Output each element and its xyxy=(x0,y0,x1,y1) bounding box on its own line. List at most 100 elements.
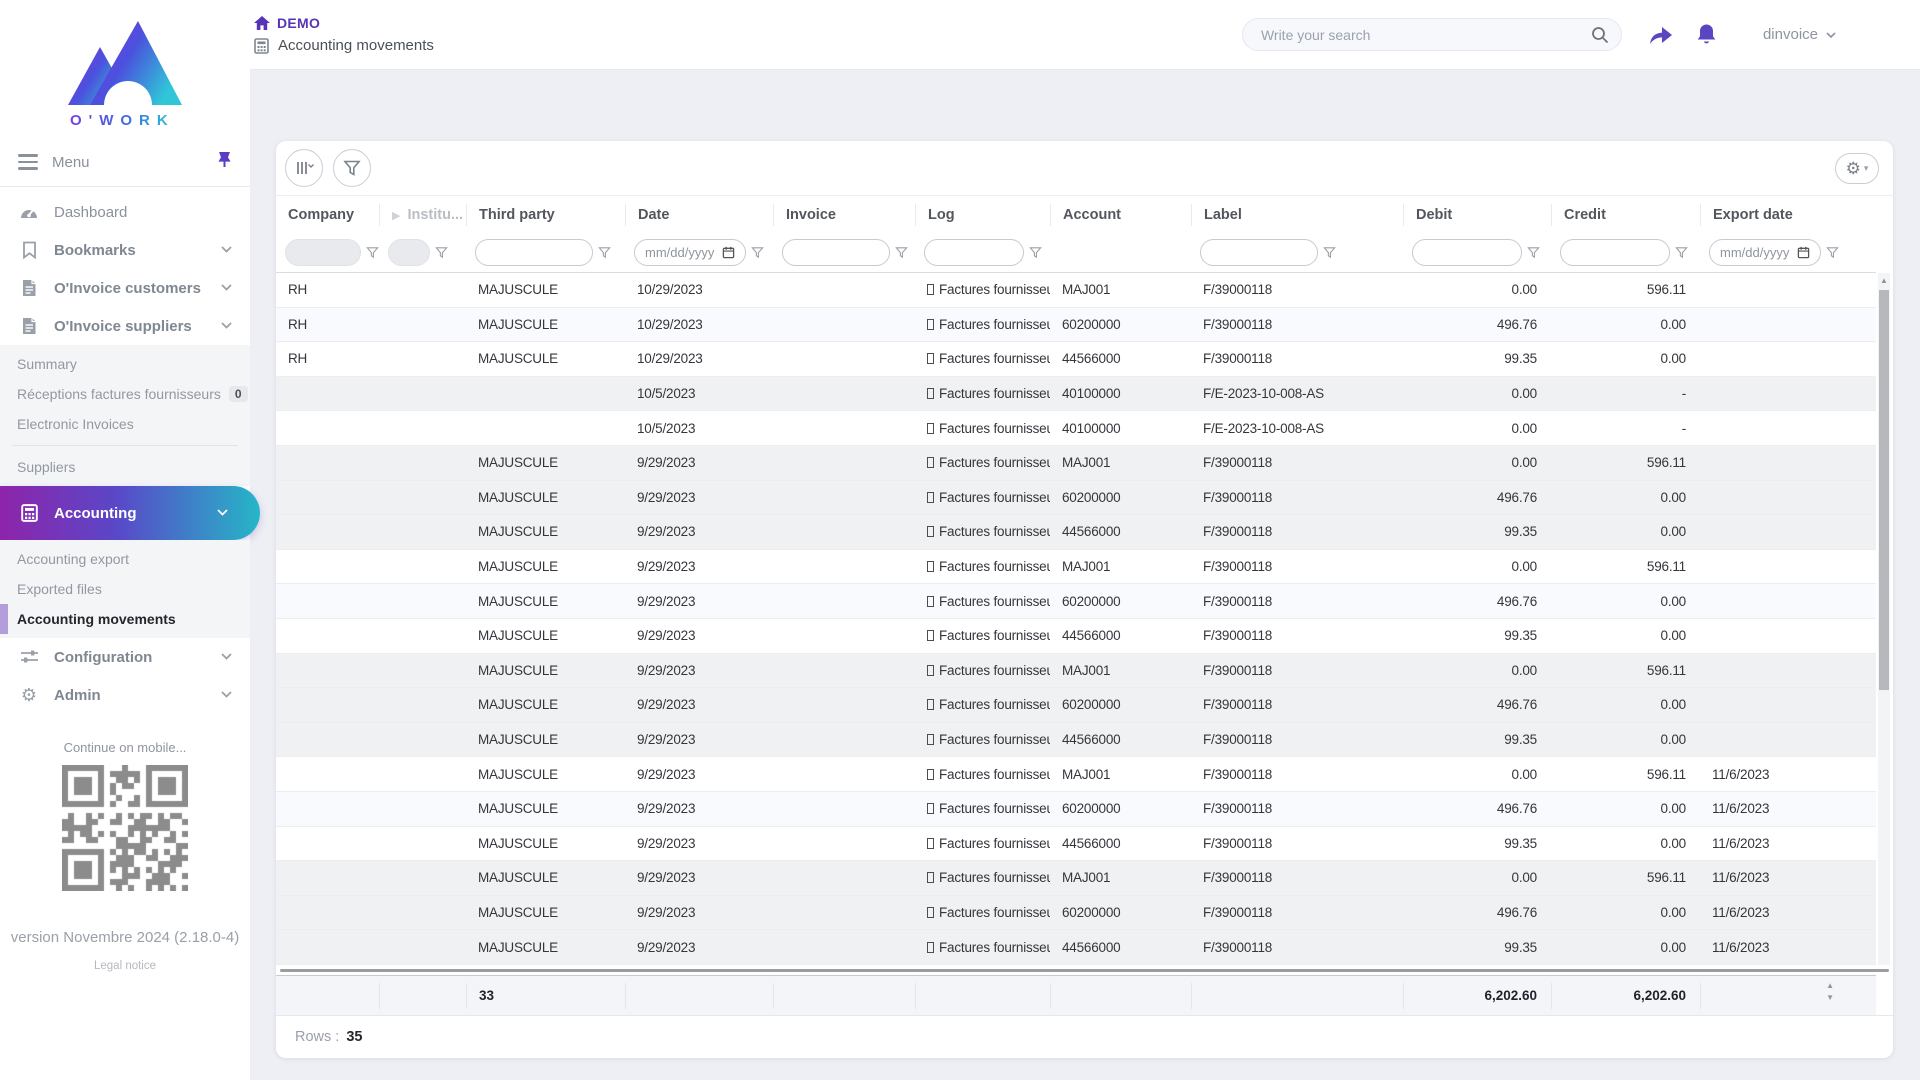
notifications-button[interactable] xyxy=(1696,23,1717,46)
horizontal-scrollbar[interactable] xyxy=(276,965,1893,975)
filter-funnel-icon[interactable] xyxy=(598,246,611,259)
sidebar-subitem-summary[interactable]: Summary xyxy=(0,349,250,379)
table-row[interactable]: RHMAJUSCULE10/29/2023Factures fournisseu… xyxy=(276,308,1876,343)
sidebar-item-configuration[interactable]: Configuration xyxy=(0,638,250,676)
share-button[interactable] xyxy=(1648,24,1674,46)
hamburger-icon[interactable] xyxy=(18,154,38,170)
legal-notice-link[interactable]: Legal notice xyxy=(0,960,250,972)
sidebar-subitem-suppliers[interactable]: Suppliers xyxy=(0,452,250,482)
column-header-company[interactable]: Company xyxy=(276,204,379,226)
table-row[interactable]: MAJUSCULE9/29/2023Factures fournisseurs4… xyxy=(276,723,1876,758)
chevron-down-icon: ▾ xyxy=(1864,163,1869,174)
sidebar-item-accounting[interactable]: Accounting xyxy=(0,486,260,540)
table-row[interactable]: RHMAJUSCULE10/29/2023Factures fournisseu… xyxy=(276,273,1876,308)
column-header-date[interactable]: Date xyxy=(625,204,773,226)
filter-funnel-icon[interactable] xyxy=(1029,246,1042,259)
user-menu[interactable]: dinvoice xyxy=(1763,26,1836,43)
filter-input[interactable]: mm/dd/yyyy xyxy=(1709,239,1821,266)
sidebar-subitem-electronic-invoices[interactable]: Electronic Invoices xyxy=(0,409,250,439)
column-header-debit[interactable]: Debit xyxy=(1403,204,1551,226)
table-row[interactable]: MAJUSCULE9/29/2023Factures fournisseursM… xyxy=(276,861,1876,896)
filter-input[interactable] xyxy=(924,239,1024,266)
sidebar-subitem-exported-files[interactable]: Exported files xyxy=(0,574,250,604)
table-row[interactable]: MAJUSCULE9/29/2023Factures fournisseurs6… xyxy=(276,688,1876,723)
sidebar-item-bookmarks[interactable]: Bookmarks xyxy=(0,231,250,269)
table-row[interactable]: MAJUSCULE9/29/2023Factures fournisseurs6… xyxy=(276,896,1876,931)
filter-text-input[interactable] xyxy=(1211,245,1307,260)
column-chooser-button[interactable] xyxy=(285,149,323,187)
column-header-export-date[interactable]: Export date xyxy=(1700,204,1876,226)
calendar-icon[interactable] xyxy=(722,246,735,259)
filter-text-input[interactable] xyxy=(1571,245,1659,260)
filter-funnel-icon[interactable] xyxy=(435,246,448,259)
table-row[interactable]: MAJUSCULE9/29/2023Factures fournisseurs4… xyxy=(276,827,1876,862)
column-header-log[interactable]: Log xyxy=(915,204,1050,226)
summary-scroll-arrows[interactable]: ▲▼ xyxy=(1826,982,1834,1002)
scroll-up-arrow[interactable]: ▲ xyxy=(1880,277,1888,285)
table-row[interactable]: 10/5/2023Factures fournisseurs40100000F/… xyxy=(276,377,1876,412)
sidebar-item-o-invoice-suppliers[interactable]: O'Invoice suppliers xyxy=(0,307,250,345)
table-row[interactable]: 10/5/2023Factures fournisseurs40100000F/… xyxy=(276,411,1876,446)
filter-text-input[interactable] xyxy=(793,245,879,260)
filter-funnel-icon[interactable] xyxy=(1323,246,1336,259)
cell-debit: 99.35 xyxy=(1403,524,1551,539)
table-row[interactable]: MAJUSCULE9/29/2023Factures fournisseursM… xyxy=(276,654,1876,689)
table-row[interactable]: MAJUSCULE9/29/2023Factures fournisseurs6… xyxy=(276,481,1876,516)
group-expand-icon[interactable]: ▶ xyxy=(392,205,400,226)
sidebar-item-dashboard[interactable]: Dashboard xyxy=(0,193,250,231)
column-header-institu-[interactable]: ▶Institu... xyxy=(379,204,466,226)
app-logo[interactable]: O'WORK xyxy=(0,0,250,140)
rows-count: 35 xyxy=(346,1029,362,1045)
filter-funnel-icon[interactable] xyxy=(1826,246,1839,259)
table-row[interactable]: MAJUSCULE9/29/2023Factures fournisseursM… xyxy=(276,757,1876,792)
sidebar-subitem-r-ceptions-factures-fournisseurs[interactable]: Réceptions factures fournisseurs0 xyxy=(0,379,250,409)
column-header-label[interactable]: Label xyxy=(1191,204,1403,226)
filter-funnel-icon[interactable] xyxy=(1675,246,1688,259)
table-row[interactable]: MAJUSCULE9/29/2023Factures fournisseursM… xyxy=(276,446,1876,481)
pin-icon[interactable] xyxy=(217,152,232,173)
cell-account: 40100000 xyxy=(1050,386,1191,401)
column-header-invoice[interactable]: Invoice xyxy=(773,204,915,226)
filter-input[interactable] xyxy=(782,239,890,266)
sidebar-item-admin[interactable]: ⚙Admin xyxy=(0,676,250,714)
filter-funnel-icon[interactable] xyxy=(366,246,379,259)
sidebar-item-o-invoice-customers[interactable]: O'Invoice customers xyxy=(0,269,250,307)
table-row[interactable]: MAJUSCULE9/29/2023Factures fournisseurs4… xyxy=(276,930,1876,965)
filter-funnel-icon[interactable] xyxy=(751,246,764,259)
search-input[interactable] xyxy=(1261,27,1591,43)
filter-text-input[interactable] xyxy=(486,245,582,260)
table-row[interactable]: MAJUSCULE9/29/2023Factures fournisseurs6… xyxy=(276,584,1876,619)
filter-input[interactable] xyxy=(475,239,593,266)
filter-text-input[interactable] xyxy=(1423,245,1511,260)
cell-date: 9/29/2023 xyxy=(625,801,773,816)
search-icon[interactable] xyxy=(1591,26,1609,44)
column-header-account[interactable]: Account xyxy=(1050,204,1191,226)
calendar-icon[interactable] xyxy=(1797,246,1810,259)
scrollbar-thumb[interactable] xyxy=(1879,290,1889,690)
cell-log: Factures fournisseurs xyxy=(915,559,1050,574)
sidebar-subitem-accounting-movements[interactable]: Accounting movements xyxy=(0,604,250,634)
table-row[interactable]: MAJUSCULE9/29/2023Factures fournisseurs6… xyxy=(276,792,1876,827)
cell-log: Factures fournisseurs xyxy=(915,351,1050,366)
filter-funnel-icon[interactable] xyxy=(1527,246,1540,259)
sidebar-subitem-accounting-export[interactable]: Accounting export xyxy=(0,544,250,574)
filter-funnel-icon[interactable] xyxy=(895,246,908,259)
filter-text-input[interactable] xyxy=(935,245,1013,260)
column-header-third-party[interactable]: Third party xyxy=(466,204,625,226)
column-header-credit[interactable]: Credit xyxy=(1551,204,1700,226)
grid-settings-button[interactable]: ⚙ ▾ xyxy=(1835,153,1879,184)
filter-input[interactable] xyxy=(1200,239,1318,266)
vertical-scrollbar[interactable]: ▲ xyxy=(1878,273,1890,965)
breadcrumb-home[interactable]: DEMO xyxy=(254,15,434,31)
table-row[interactable]: MAJUSCULE9/29/2023Factures fournisseursM… xyxy=(276,550,1876,585)
filter-input[interactable]: mm/dd/yyyy xyxy=(634,239,746,266)
filter-builder-button[interactable] xyxy=(333,149,371,187)
subitem-label: Exported files xyxy=(17,581,102,597)
global-search[interactable] xyxy=(1242,18,1622,51)
table-row[interactable]: RHMAJUSCULE10/29/2023Factures fournisseu… xyxy=(276,342,1876,377)
table-row[interactable]: MAJUSCULE9/29/2023Factures fournisseurs4… xyxy=(276,515,1876,550)
filter-input[interactable] xyxy=(1560,239,1670,266)
filter-input[interactable] xyxy=(1412,239,1522,266)
table-row[interactable]: MAJUSCULE9/29/2023Factures fournisseurs4… xyxy=(276,619,1876,654)
cell-debit: 496.76 xyxy=(1403,490,1551,505)
